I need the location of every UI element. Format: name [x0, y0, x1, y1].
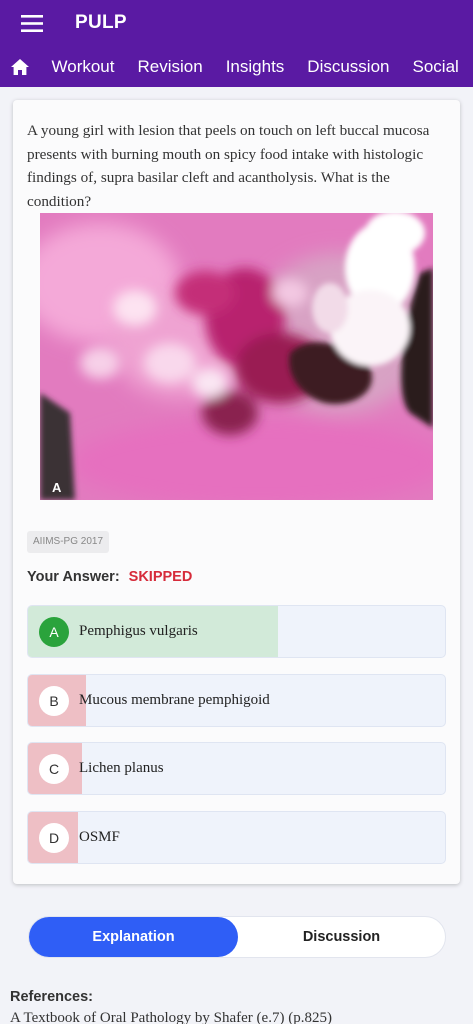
app-bar: PULP Workout Revision Insights Discussio… [0, 0, 473, 87]
tab-workout[interactable]: Workout [40, 57, 126, 77]
reference-item: A Textbook of Oral Pathology by Shafer (… [10, 1010, 332, 1024]
option-b-letter: B [39, 686, 69, 716]
option-b-text: Mucous membrane pemphigoid [79, 692, 270, 708]
option-c[interactable]: C Lichen planus [27, 742, 446, 795]
option-a[interactable]: A Pemphigus vulgaris [27, 605, 446, 658]
clinical-photo[interactable]: A [40, 213, 433, 500]
tab-discussion[interactable]: Discussion [296, 57, 401, 77]
option-d-letter: D [39, 823, 69, 853]
photo-panel-label: A [52, 480, 62, 495]
explanation-discussion-toggle: Explanation Discussion [28, 916, 446, 958]
tab-revision[interactable]: Revision [126, 57, 214, 77]
your-answer-row: Your Answer: SKIPPED [27, 569, 192, 585]
question-card: A young girl with lesion that peels on t… [13, 100, 460, 884]
explanation-button[interactable]: Explanation [29, 917, 238, 957]
option-c-text: Lichen planus [79, 760, 164, 776]
references-heading: References: [10, 989, 94, 1005]
option-d-text: OSMF [79, 829, 120, 845]
your-answer-label: Your Answer: [27, 569, 120, 585]
option-a-text: Pemphigus vulgaris [79, 623, 198, 639]
title-row: PULP [0, 0, 473, 46]
app-title: PULP [75, 12, 127, 33]
hamburger-menu-icon[interactable] [0, 0, 64, 46]
exam-source-badge: AIIMS-PG 2017 [27, 531, 110, 553]
tab-social[interactable]: Social [401, 57, 470, 77]
home-icon[interactable] [0, 46, 40, 87]
option-b[interactable]: B Mucous membrane pemphigoid [27, 674, 446, 727]
nav-tabs: Workout Revision Insights Discussion Soc… [0, 46, 473, 87]
option-a-letter: A [39, 617, 69, 647]
discussion-button[interactable]: Discussion [238, 917, 445, 957]
question-text: A young girl with lesion that peels on t… [27, 122, 430, 210]
tab-insights[interactable]: Insights [214, 57, 296, 77]
answer-status: SKIPPED [128, 569, 193, 585]
option-c-letter: C [39, 754, 69, 784]
option-d[interactable]: D OSMF [27, 811, 446, 864]
